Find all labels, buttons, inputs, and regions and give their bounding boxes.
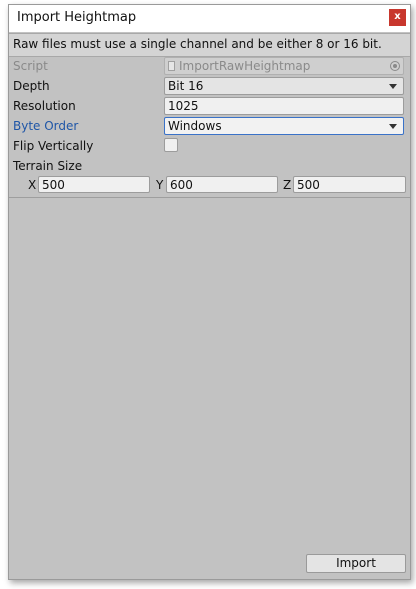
window-title: Import Heightmap — [17, 10, 137, 25]
terrain-size-x-value: 500 — [42, 178, 65, 192]
terrain-size-y-label: Y — [156, 178, 164, 192]
depth-label: Depth — [13, 79, 50, 93]
flip-vertically-checkbox[interactable] — [164, 138, 178, 152]
flip-vertically-row: Flip Vertically — [9, 137, 410, 157]
script-value: ImportRawHeightmap — [179, 59, 311, 73]
terrain-size-z-value: 500 — [297, 178, 320, 192]
terrain-size-x-input[interactable]: 500 — [38, 176, 150, 193]
section-divider — [9, 197, 410, 198]
import-heightmap-window: Import Heightmap x Raw files must use a … — [8, 4, 411, 580]
terrain-size-y-value: 600 — [170, 178, 193, 192]
terrain-size-x-label: X — [28, 178, 37, 192]
chevron-down-icon — [389, 84, 397, 89]
terrain-size-z-label: Z — [283, 178, 292, 192]
help-message: Raw files must use a single channel and … — [13, 37, 382, 51]
depth-value: Bit 16 — [168, 79, 204, 93]
resolution-input[interactable]: 1025 — [164, 97, 404, 115]
script-label: Script — [13, 59, 48, 73]
byte-order-value: Windows — [168, 119, 222, 133]
resolution-label: Resolution — [13, 99, 76, 113]
script-row: Script ImportRawHeightmap — [9, 57, 410, 77]
terrain-size-z-input[interactable]: 500 — [293, 176, 406, 193]
chevron-down-icon — [389, 124, 397, 129]
terrain-size-row: Terrain Size — [9, 157, 410, 177]
resolution-value: 1025 — [168, 99, 199, 113]
object-picker-icon[interactable] — [390, 61, 400, 71]
terrain-size-vector: X 500 Y 600 Z 500 — [9, 176, 410, 196]
terrain-size-label: Terrain Size — [13, 159, 83, 173]
flip-vertically-label: Flip Vertically — [13, 139, 94, 153]
depth-dropdown[interactable]: Bit 16 — [164, 77, 404, 95]
help-box: Raw files must use a single channel and … — [9, 33, 410, 57]
depth-row: Depth Bit 16 — [9, 77, 410, 97]
terrain-size-y-input[interactable]: 600 — [166, 176, 278, 193]
title-bar: Import Heightmap x — [9, 5, 410, 32]
close-button[interactable]: x — [389, 9, 406, 26]
import-button[interactable]: Import — [306, 554, 406, 573]
byte-order-dropdown[interactable]: Windows — [164, 117, 404, 135]
resolution-row: Resolution 1025 — [9, 97, 410, 117]
byte-order-row: Byte Order Windows — [9, 117, 410, 137]
script-file-icon — [168, 61, 175, 71]
byte-order-label: Byte Order — [13, 119, 79, 133]
script-field: ImportRawHeightmap — [164, 57, 404, 75]
